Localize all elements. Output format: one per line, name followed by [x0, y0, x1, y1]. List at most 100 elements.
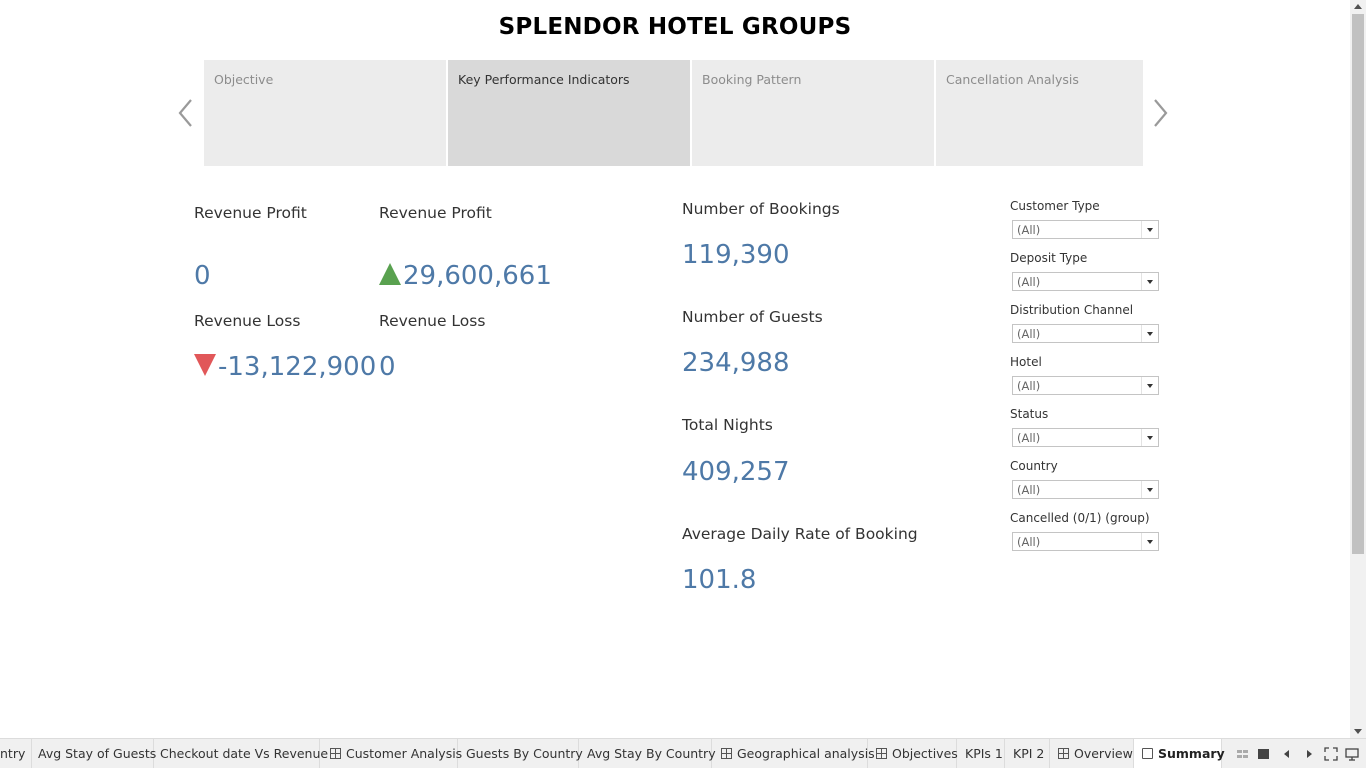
tab-customer-analysis[interactable]: Customer Analysis — [322, 739, 462, 768]
filter-label-cancelled: Cancelled (0/1) (group) — [1010, 511, 1150, 525]
story-icon — [1142, 748, 1153, 759]
filter-label-deposit-type: Deposit Type — [1010, 251, 1088, 265]
triangle-up-icon — [379, 263, 401, 285]
filter-value: (All) — [1017, 327, 1041, 341]
kpi-adr-value: 101.8 — [682, 565, 757, 595]
vertical-scrollbar[interactable] — [1350, 0, 1366, 738]
chevron-down-icon[interactable] — [1141, 325, 1158, 342]
chevron-down-icon[interactable] — [1141, 377, 1158, 394]
triangle-down-icon — [194, 354, 216, 376]
show-filmstrip-icon[interactable] — [1257, 746, 1271, 760]
tab-kpi-2[interactable]: KPI 2 — [1005, 739, 1050, 768]
dashboard-icon — [876, 748, 887, 759]
story-prev-arrow-icon[interactable] — [176, 96, 196, 130]
chevron-down-icon[interactable] — [1141, 221, 1158, 238]
kpi-bookings-value: 119,390 — [682, 240, 790, 270]
story-point-label: Booking Pattern — [702, 72, 802, 87]
filter-customer-type-dropdown[interactable]: (All) — [1012, 220, 1159, 239]
tab-label: KPIs 1 — [965, 746, 1003, 761]
tab-country[interactable]: ntry — [0, 739, 32, 768]
kpi-bookings-label: Number of Bookings — [682, 200, 840, 218]
filter-cancelled-dropdown[interactable]: (All) — [1012, 532, 1159, 551]
tab-geographical-analysis[interactable]: Geographical analysis — [713, 739, 875, 768]
presentation-mode-icon[interactable] — [1324, 746, 1338, 761]
revenue-profit-amount: 29,600,661 — [403, 261, 552, 291]
tab-guests-by-country[interactable]: Guests By Country — [458, 739, 583, 768]
chevron-down-icon[interactable] — [1141, 481, 1158, 498]
filter-label-status: Status — [1010, 407, 1049, 421]
revenue-profit-value: 0 — [194, 261, 211, 291]
revenue-loss-label-2: Revenue Loss — [379, 312, 486, 330]
story-point-label: Objective — [214, 72, 274, 87]
revenue-profit-label-2: Revenue Profit — [379, 204, 492, 222]
tab-label: Summary — [1158, 746, 1225, 761]
tab-avg-stay-by-country[interactable]: Avg Stay By Country — [579, 739, 716, 768]
dashboard-icon — [330, 748, 341, 759]
tab-label: Objectives — [892, 746, 958, 761]
tab-overview[interactable]: Overview — [1050, 739, 1134, 768]
story-point-cancellation-analysis[interactable]: Cancellation Analysis — [936, 60, 1143, 166]
scroll-up-icon[interactable] — [1354, 4, 1362, 9]
previous-sheet-icon[interactable] — [1280, 746, 1294, 760]
revenue-loss-amount: -13,122,900 — [218, 352, 377, 382]
filter-value: (All) — [1017, 431, 1041, 445]
story-point-label: Key Performance Indicators — [458, 72, 630, 87]
scrollbar-thumb[interactable] — [1352, 14, 1364, 554]
tab-label: ntry — [0, 746, 26, 761]
tab-label: Geographical analysis — [737, 746, 875, 761]
filter-deposit-type-dropdown[interactable]: (All) — [1012, 272, 1159, 291]
dashboard-title: SPLENDOR HOTEL GROUPS — [498, 14, 852, 40]
filter-label-customer-type: Customer Type — [1010, 199, 1100, 213]
filter-label-country: Country — [1010, 459, 1058, 473]
chevron-down-icon[interactable] — [1141, 429, 1158, 446]
filter-status-dropdown[interactable]: (All) — [1012, 428, 1159, 447]
story-point-key-performance-indicators[interactable]: Key Performance Indicators — [448, 60, 690, 166]
dashboard-icon — [721, 748, 732, 759]
kpi-guests-value: 234,988 — [682, 348, 790, 378]
filter-country-dropdown[interactable]: (All) — [1012, 480, 1159, 499]
filter-value: (All) — [1017, 379, 1041, 393]
revenue-loss-value-2: 0 — [379, 352, 396, 382]
filter-distribution-channel-dropdown[interactable]: (All) — [1012, 324, 1159, 343]
kpi-adr-label: Average Daily Rate of Booking — [682, 525, 918, 543]
chevron-down-icon[interactable] — [1141, 273, 1158, 290]
tableau-workbook: SPLENDOR HOTEL GROUPS Objective Key Perf… — [0, 0, 1366, 768]
show-sheet-sorter-icon[interactable] — [1236, 746, 1250, 760]
story-navigator: Objective Key Performance Indicators Boo… — [204, 60, 1144, 166]
filter-value: (All) — [1017, 275, 1041, 289]
revenue-profit-label: Revenue Profit — [194, 204, 307, 222]
tab-objectives[interactable]: Objectives — [868, 739, 958, 768]
kpi-nights-value: 409,257 — [682, 457, 790, 487]
story-point-booking-pattern[interactable]: Booking Pattern — [692, 60, 934, 166]
revenue-loss-value: -13,122,900 — [194, 352, 376, 382]
tab-label: Customer Analysis — [346, 746, 463, 761]
filter-value: (All) — [1017, 223, 1041, 237]
tab-avg-stay-of-guests[interactable]: Avg Stay of Guests — [30, 739, 156, 768]
filter-hotel-dropdown[interactable]: (All) — [1012, 376, 1159, 395]
kpi-nights-label: Total Nights — [682, 416, 773, 434]
revenue-loss-label: Revenue Loss — [194, 312, 301, 330]
tab-label: Overview — [1074, 746, 1133, 761]
scroll-down-icon[interactable] — [1354, 729, 1362, 734]
next-sheet-icon[interactable] — [1302, 746, 1316, 760]
filter-label-distribution-channel: Distribution Channel — [1010, 303, 1134, 317]
tab-label: Checkout date Vs Revenue — [160, 746, 329, 761]
dashboard-icon — [1058, 748, 1069, 759]
revenue-profit-value-2: 29,600,661 — [379, 261, 552, 291]
chevron-down-icon[interactable] — [1141, 533, 1158, 550]
device-preview-icon[interactable] — [1345, 746, 1359, 761]
story-point-objective[interactable]: Objective — [204, 60, 446, 166]
filter-value: (All) — [1017, 535, 1041, 549]
filter-value: (All) — [1017, 483, 1041, 497]
tab-kpis-1[interactable]: KPIs 1 — [957, 739, 1005, 768]
tab-summary[interactable]: Summary — [1134, 739, 1225, 768]
filter-label-hotel: Hotel — [1010, 355, 1042, 369]
tab-label: Avg Stay By Country — [587, 746, 716, 761]
sheet-tab-bar: ntry Avg Stay of Guests Checkout date Vs… — [0, 738, 1366, 768]
tab-label: Guests By Country — [466, 746, 583, 761]
tab-label: KPI 2 — [1013, 746, 1045, 761]
kpi-guests-label: Number of Guests — [682, 308, 823, 326]
story-next-arrow-icon[interactable] — [1150, 96, 1170, 130]
story-point-label: Cancellation Analysis — [946, 72, 1079, 87]
tab-checkout-date-vs-revenue[interactable]: Checkout date Vs Revenue — [152, 739, 328, 768]
